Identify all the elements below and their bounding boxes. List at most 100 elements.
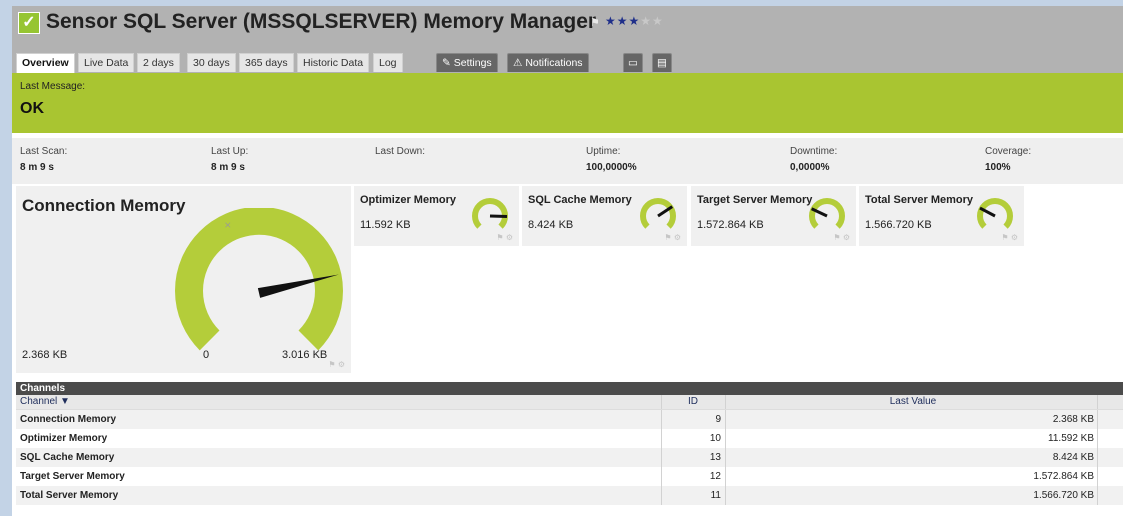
tab-comments[interactable]: ▭	[623, 53, 643, 72]
column-divider	[1097, 429, 1098, 448]
stat-label: Last Down:	[375, 146, 426, 157]
cell-last-value: 2.368 KB	[1052, 414, 1094, 425]
column-divider	[661, 467, 662, 486]
stat-value: 100%	[985, 162, 1011, 173]
gauge-card-sql-cache-memory[interactable]: SQL Cache Memory 8.424 KB ⚑ ⚙	[522, 186, 687, 246]
flag-icon[interactable]: ⚑	[590, 16, 600, 29]
table-row[interactable]: Total Server Memory 11 1.566.720 KB	[16, 486, 1123, 505]
tab-settings-label: Settings	[453, 57, 492, 69]
gauge-card-tools-icon[interactable]: ⚑ ⚙	[1001, 233, 1018, 242]
priority-stars-filled: ★★★	[605, 14, 641, 28]
column-divider	[725, 395, 726, 409]
tab-365-days[interactable]: 365 days	[239, 53, 294, 72]
cell-id: 13	[709, 452, 721, 463]
stat-value: 8 m 9 s	[20, 162, 54, 173]
gauge-card-tools-icon[interactable]: ⚑ ⚙	[496, 233, 513, 242]
stat-label: Downtime:	[790, 146, 838, 157]
gauge-card-tools-icon[interactable]: ⚑ ⚙	[833, 233, 850, 242]
gauge-arc	[809, 198, 845, 229]
stat-value: 100,0000%	[586, 162, 637, 173]
stat-value: 8 m 9 s	[211, 162, 245, 173]
stat-value	[375, 162, 425, 174]
column-header-channel[interactable]: Channel ▼	[20, 395, 70, 409]
cell-channel[interactable]: SQL Cache Memory	[20, 448, 114, 467]
column-divider	[1097, 410, 1098, 429]
tab-settings[interactable]: ✎ Settings	[436, 53, 498, 72]
tab-live-data[interactable]: Live Data	[78, 53, 135, 72]
gauge-title: Optimizer Memory	[360, 194, 456, 206]
table-row[interactable]: Connection Memory 9 2.368 KB	[16, 410, 1123, 429]
gauge-min: 0	[203, 349, 210, 361]
stat-label: Coverage:	[985, 146, 1032, 157]
stat-downtime: Downtime: 0,0000%	[790, 146, 837, 174]
column-divider	[725, 467, 726, 486]
gauge-card-tools-icon[interactable]: ⚑ ⚙	[664, 233, 681, 242]
tab-30-days[interactable]: 30 days	[187, 53, 236, 72]
gauge-title: SQL Cache Memory	[528, 194, 632, 206]
tab-overview[interactable]: Overview	[16, 53, 75, 73]
tab-history[interactable]: ▤	[652, 53, 672, 72]
gauge-value: 11.592 KB	[360, 219, 411, 231]
stat-uptime: Uptime: 100,0000%	[586, 146, 637, 174]
cell-id: 11	[710, 490, 721, 501]
table-row[interactable]: Optimizer Memory 10 11.592 KB	[16, 429, 1123, 448]
tab-2-days[interactable]: 2 days	[137, 53, 180, 72]
channels-header-row: Channel ▼ ID Last Value	[16, 395, 1123, 410]
column-divider	[661, 429, 662, 448]
gauge-card-connection-memory[interactable]: Connection Memory ⨯ 2.368 KB 0 3.016 KB …	[16, 186, 351, 373]
gauge-arc	[640, 198, 676, 229]
table-row[interactable]: SQL Cache Memory 13 8.424 KB	[16, 448, 1123, 467]
gauge-value: 1.566.720 KB	[865, 219, 932, 231]
cell-channel[interactable]: Total Server Memory	[20, 486, 118, 505]
column-divider	[661, 448, 662, 467]
gauge-title: Total Server Memory	[865, 194, 974, 206]
column-divider	[1097, 486, 1098, 505]
channels-body: Connection Memory 9 2.368 KB Optimizer M…	[16, 410, 1123, 505]
column-divider	[725, 429, 726, 448]
warning-icon: ⚠	[513, 57, 523, 69]
gauge-value: 8.424 KB	[528, 219, 574, 231]
priority-stars[interactable]: ★★★★★	[605, 14, 664, 28]
stat-last-scan: Last Scan: 8 m 9 s	[20, 146, 67, 174]
wrench-icon: ✎	[442, 57, 451, 69]
tab-historic-data[interactable]: Historic Data	[297, 53, 370, 72]
stat-label: Uptime:	[586, 146, 621, 157]
column-header-last-value[interactable]: Last Value	[728, 395, 1098, 409]
cell-last-value: 1.572.864 KB	[1033, 471, 1094, 482]
gauge-max: 3.016 KB	[282, 349, 328, 361]
cell-channel[interactable]: Target Server Memory	[20, 467, 125, 486]
cell-last-value: 8.424 KB	[1052, 452, 1094, 463]
cell-channel[interactable]: Connection Memory	[20, 410, 116, 429]
last-message-value: OK	[20, 100, 44, 117]
tab-notifications[interactable]: ⚠ Notifications	[507, 53, 589, 72]
column-divider	[661, 486, 662, 505]
stat-label: Last Scan:	[20, 146, 68, 157]
last-message-label: Last Message:	[20, 81, 86, 92]
gauge-card-optimizer-memory[interactable]: Optimizer Memory 11.592 KB ⚑ ⚙	[354, 186, 519, 246]
gauge-dial	[977, 198, 1013, 229]
column-divider	[1097, 395, 1098, 409]
gauge-dial	[640, 198, 676, 229]
sensor-stats: Last Scan: 8 m 9 s Last Up: 8 m 9 s Last…	[12, 138, 1123, 184]
column-divider	[725, 448, 726, 467]
gauge-dial	[472, 198, 508, 229]
stat-last-up: Last Up: 8 m 9 s	[211, 146, 248, 174]
cell-last-value: 1.566.720 KB	[1033, 490, 1094, 501]
column-divider	[725, 486, 726, 505]
cell-channel[interactable]: Optimizer Memory	[20, 429, 107, 448]
gauge-card-tools-icon[interactable]: ⚑ ⚙	[328, 360, 345, 369]
tab-log[interactable]: Log	[373, 53, 403, 72]
column-header-id[interactable]: ID	[661, 395, 725, 409]
column-divider	[661, 395, 662, 409]
table-row[interactable]: Target Server Memory 12 1.572.864 KB	[16, 467, 1123, 486]
stat-coverage: Coverage: 100%	[985, 146, 1031, 174]
last-message-bar: Last Message: OK	[12, 73, 1123, 133]
gauge-card-total-server-memory[interactable]: Total Server Memory 1.566.720 KB ⚑ ⚙	[859, 186, 1024, 246]
gauge-value: 2.368 KB	[22, 349, 68, 361]
cell-id: 10	[709, 433, 721, 444]
sensor-page: ✓ Sensor SQL Server (MSSQLSERVER) Memory…	[12, 6, 1123, 516]
tab-notifications-label: Notifications	[525, 57, 583, 69]
history-icon: ▤	[657, 57, 667, 69]
comment-icon: ▭	[628, 57, 638, 69]
gauge-card-target-server-memory[interactable]: Target Server Memory 1.572.864 KB ⚑ ⚙	[691, 186, 856, 246]
